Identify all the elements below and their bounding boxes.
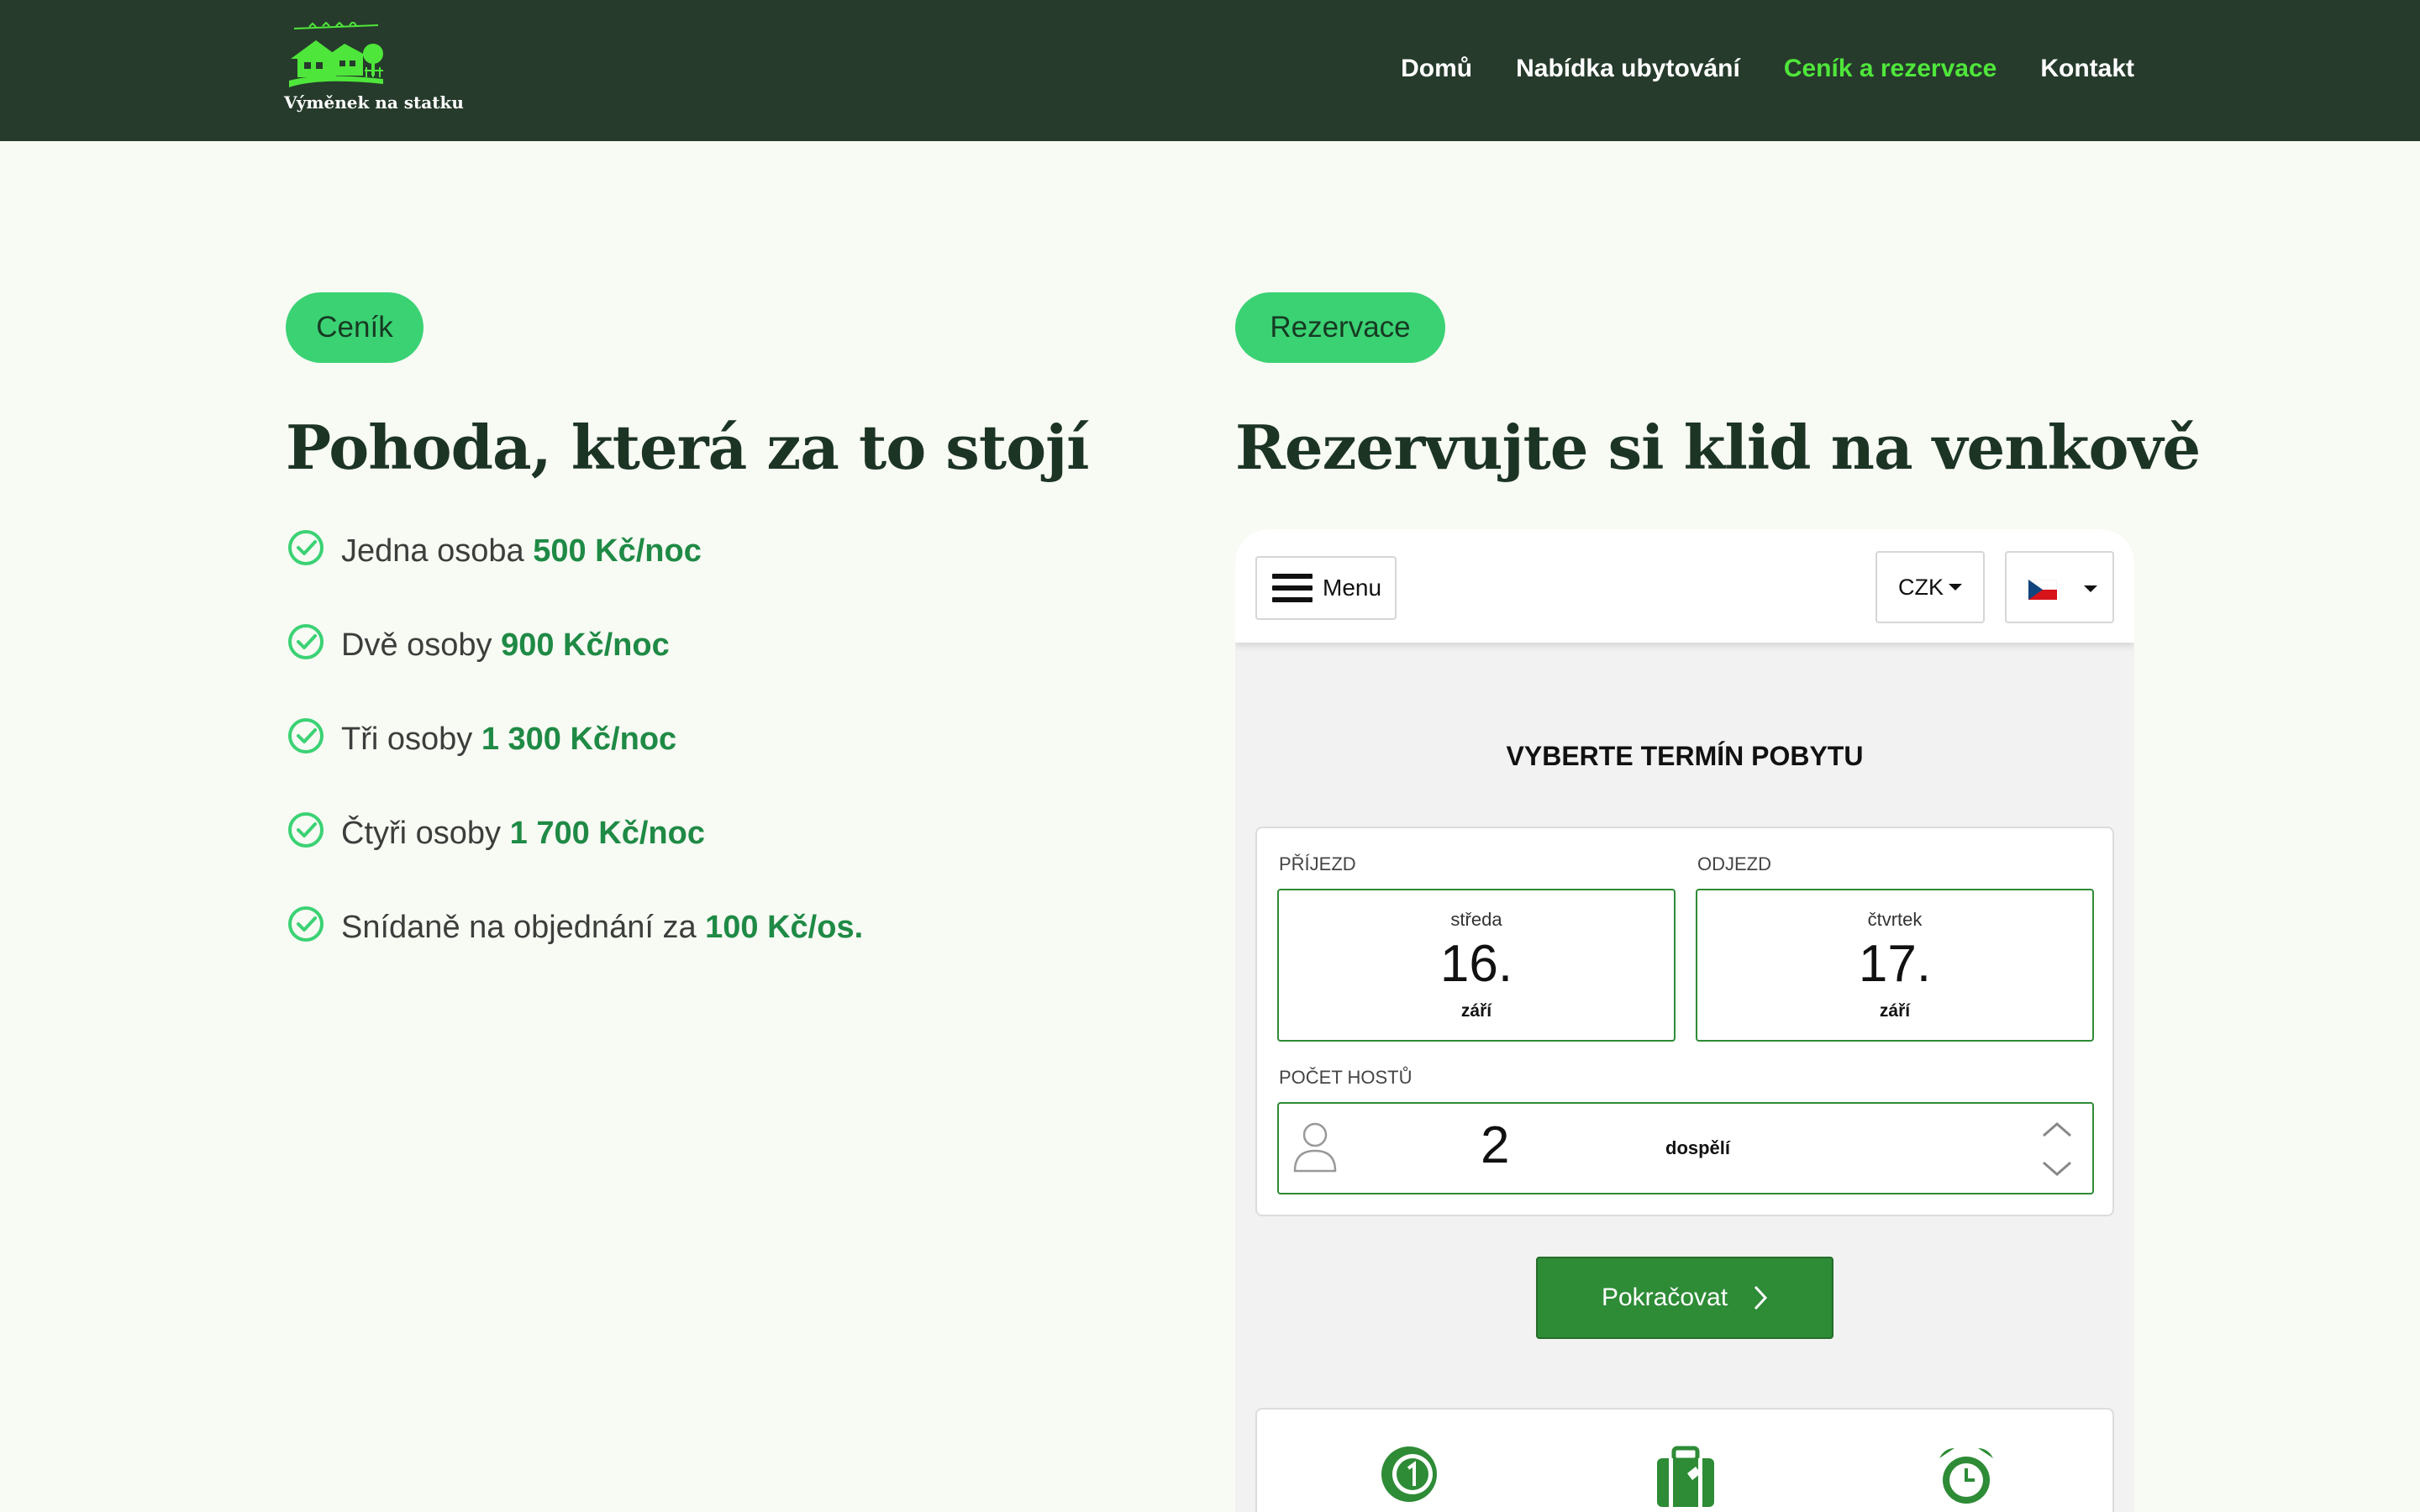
site-logo[interactable]: Výměnek na statku (284, 22, 464, 121)
departure-date-picker[interactable]: čtvrtek 17. září (1696, 889, 2094, 1042)
language-select[interactable] (2005, 551, 2114, 623)
booking-widget: Menu CZK VYBERTE TERMÍN POBYTU PŘÍJEZD O… (1235, 529, 2134, 1512)
check-circle-icon (288, 624, 324, 659)
guests-stepper[interactable]: 2 dospělí (1277, 1102, 2094, 1194)
alarm-clock-icon (1939, 1448, 1993, 1504)
price-item-text: Jedna osoba 500 Kč/noc (341, 533, 702, 569)
caret-down-icon (2084, 585, 2097, 592)
departure-weekday: čtvrtek (1867, 909, 1923, 930)
check-circle-icon (288, 530, 324, 565)
menu-label: Menu (1323, 575, 1382, 601)
person-icon (1293, 1122, 1337, 1173)
chevron-right-icon (1754, 1285, 1768, 1310)
nav-pricing-reservation[interactable]: Ceník a rezervace (1784, 55, 1997, 83)
price-item-text: Dvě osoby 900 Kč/noc (341, 627, 670, 663)
price-item-text: Čtyři osoby 1 700 Kč/noc (341, 816, 705, 851)
price-item: Tři osoby 1 300 Kč/noc (286, 716, 863, 810)
arrival-label: PŘÍJEZD (1279, 853, 1356, 874)
widget-title: VYBERTE TERMÍN POBYTU (1506, 741, 1864, 771)
arrival-day: 16. (1439, 935, 1513, 993)
check-circle-icon (288, 812, 324, 848)
continue-button[interactable]: Pokračovat (1536, 1257, 1833, 1339)
departure-label: ODJEZD (1697, 853, 1771, 874)
features-card (1255, 1408, 2114, 1512)
price-item-text: Tři osoby 1 300 Kč/noc (341, 722, 677, 757)
widget-toolbar: Menu CZK (1235, 529, 2134, 643)
logo-text: Výměnek na statku (284, 92, 464, 113)
reservation-badge: Rezervace (1235, 292, 1445, 363)
price-item: Dvě osoby 900 Kč/noc (286, 622, 863, 716)
caret-down-icon (1949, 584, 1962, 591)
nav-home[interactable]: Domů (1401, 55, 1472, 83)
guests-count: 2 (1481, 1116, 1510, 1174)
farmhouse-logo-icon (289, 22, 383, 87)
departure-month: září (1879, 1001, 1911, 1021)
price-item: Čtyři osoby 1 700 Kč/noc (286, 810, 863, 904)
main-nav: Domů Nabídka ubytování Ceník a rezervace… (1401, 52, 2134, 86)
continue-label: Pokračovat (1601, 1284, 1728, 1311)
price-value: 500 Kč/noc (533, 533, 702, 569)
czech-flag-icon (2028, 580, 2057, 600)
departure-day: 17. (1858, 935, 1932, 993)
arrival-date-picker[interactable]: středa 16. září (1277, 889, 1676, 1042)
luggage-icon (1657, 1446, 1714, 1507)
arrival-weekday: středa (1450, 909, 1502, 930)
check-circle-icon (288, 906, 324, 942)
coin-one-icon (1381, 1446, 1437, 1502)
nav-contact[interactable]: Kontakt (2040, 55, 2134, 83)
guests-unit: dospělí (1665, 1137, 1731, 1158)
pricing-badge: Ceník (286, 292, 424, 363)
arrival-month: září (1460, 1001, 1492, 1021)
price-value: 900 Kč/noc (501, 627, 670, 663)
check-circle-icon (288, 718, 324, 753)
currency-select[interactable]: CZK (1876, 551, 1985, 623)
price-value: 100 Kč/os. (705, 910, 864, 945)
pricing-heading: Pohoda, která za to stojí (286, 412, 1090, 483)
price-item: Snídaně na objednání za 100 Kč/os. (286, 904, 863, 998)
price-item: Jedna osoba 500 Kč/noc (286, 528, 863, 622)
chevron-up-down-icon[interactable] (2040, 1117, 2074, 1181)
booking-form-card: PŘÍJEZD ODJEZD středa 16. září čtvrtek 1… (1255, 827, 2114, 1216)
hamburger-icon (1272, 574, 1313, 602)
price-list: Jedna osoba 500 Kč/noc Dvě osoby 900 Kč/… (286, 528, 863, 998)
guests-label: POČET HOSTŮ (1279, 1067, 1413, 1088)
site-header: Výměnek na statku Domů Nabídka ubytování… (0, 0, 2420, 141)
price-value: 1 300 Kč/noc (481, 722, 677, 757)
currency-value: CZK (1898, 574, 1944, 600)
menu-button[interactable]: Menu (1255, 556, 1397, 620)
price-value: 1 700 Kč/noc (509, 816, 705, 851)
price-item-text: Snídaně na objednání za 100 Kč/os. (341, 910, 864, 945)
reservation-heading: Rezervujte si klid na venkově (1235, 412, 2201, 483)
nav-accommodation[interactable]: Nabídka ubytování (1516, 55, 1740, 83)
